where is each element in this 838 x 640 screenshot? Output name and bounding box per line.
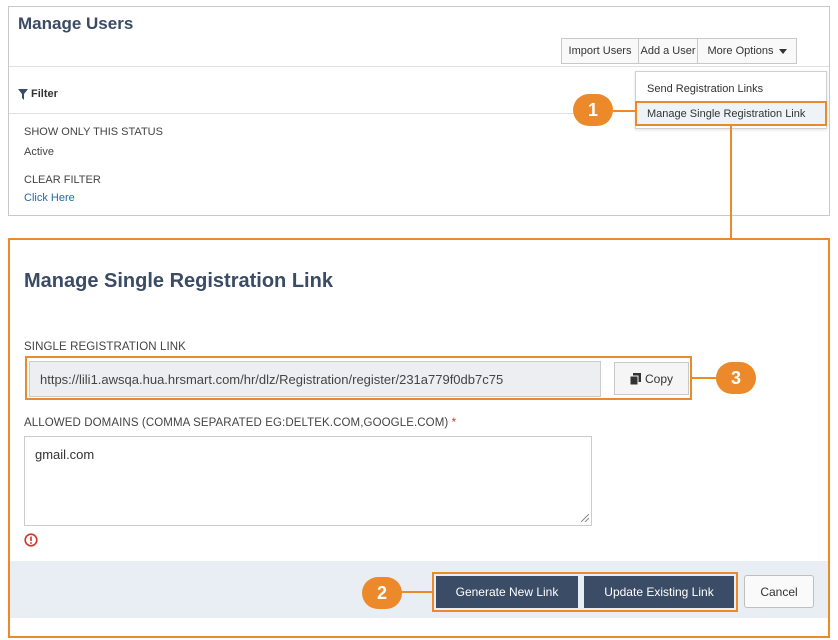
- toolbar-button-group: Import Users Add a User More Options: [561, 38, 797, 64]
- allowed-domains-textarea[interactable]: gmail.com: [24, 436, 592, 526]
- dialog-title: Manage Single Registration Link: [24, 270, 333, 292]
- callout-badge-2: 2: [362, 577, 402, 609]
- error-icon: [24, 533, 38, 547]
- required-marker: *: [451, 417, 457, 429]
- update-existing-link-button[interactable]: Update Existing Link: [584, 576, 734, 608]
- filter-divider: [9, 113, 609, 114]
- caret-down-icon: [778, 48, 787, 54]
- filter-label: Filter: [31, 88, 58, 100]
- cancel-button[interactable]: Cancel: [744, 575, 814, 608]
- callout-badge-1: 1: [573, 94, 613, 126]
- allowed-domains-value: gmail.com: [35, 447, 95, 462]
- resize-handle-icon[interactable]: [581, 514, 589, 522]
- callout-3-connector: [692, 377, 718, 379]
- allowed-domains-label: ALLOWED DOMAINS (COMMA SEPARATED EG:DELT…: [24, 417, 456, 429]
- header-divider: [9, 66, 829, 67]
- registration-link-input[interactable]: https://lili1.awsqa.hua.hrsmart.com/hr/d…: [29, 361, 601, 397]
- menu-item-manage-single-registration-link[interactable]: Manage Single Registration Link: [635, 101, 827, 126]
- funnel-icon: [18, 88, 28, 100]
- status-filter-heading: SHOW ONLY THIS STATUS: [24, 126, 163, 138]
- callout-badge-3: 3: [716, 362, 756, 394]
- filter-toggle[interactable]: Filter: [18, 88, 58, 100]
- add-user-button[interactable]: Add a User: [638, 38, 698, 64]
- import-users-button[interactable]: Import Users: [561, 38, 639, 64]
- clear-filter-link[interactable]: Click Here: [24, 192, 75, 204]
- clear-filter-heading: CLEAR FILTER: [24, 174, 101, 186]
- dialog-connector-line: [730, 125, 732, 238]
- copy-label: Copy: [644, 371, 673, 386]
- more-options-label: More Options: [707, 45, 774, 57]
- callout-2-connector: [400, 591, 432, 593]
- more-options-menu: Send Registration Links Manage Single Re…: [635, 71, 827, 129]
- generate-new-link-button[interactable]: Generate New Link: [436, 576, 578, 608]
- copy-icon: [629, 372, 641, 385]
- more-options-button[interactable]: More Options: [697, 38, 797, 64]
- allowed-domains-label-text: ALLOWED DOMAINS (COMMA SEPARATED EG:DELT…: [24, 417, 449, 429]
- status-filter-value[interactable]: Active: [24, 146, 54, 158]
- page-title: Manage Users: [18, 14, 134, 33]
- registration-link-label: SINGLE REGISTRATION LINK: [24, 341, 186, 353]
- copy-button[interactable]: Copy: [614, 362, 689, 395]
- callout-1-connector: [613, 110, 636, 112]
- menu-item-send-registration-links[interactable]: Send Registration Links: [636, 78, 826, 100]
